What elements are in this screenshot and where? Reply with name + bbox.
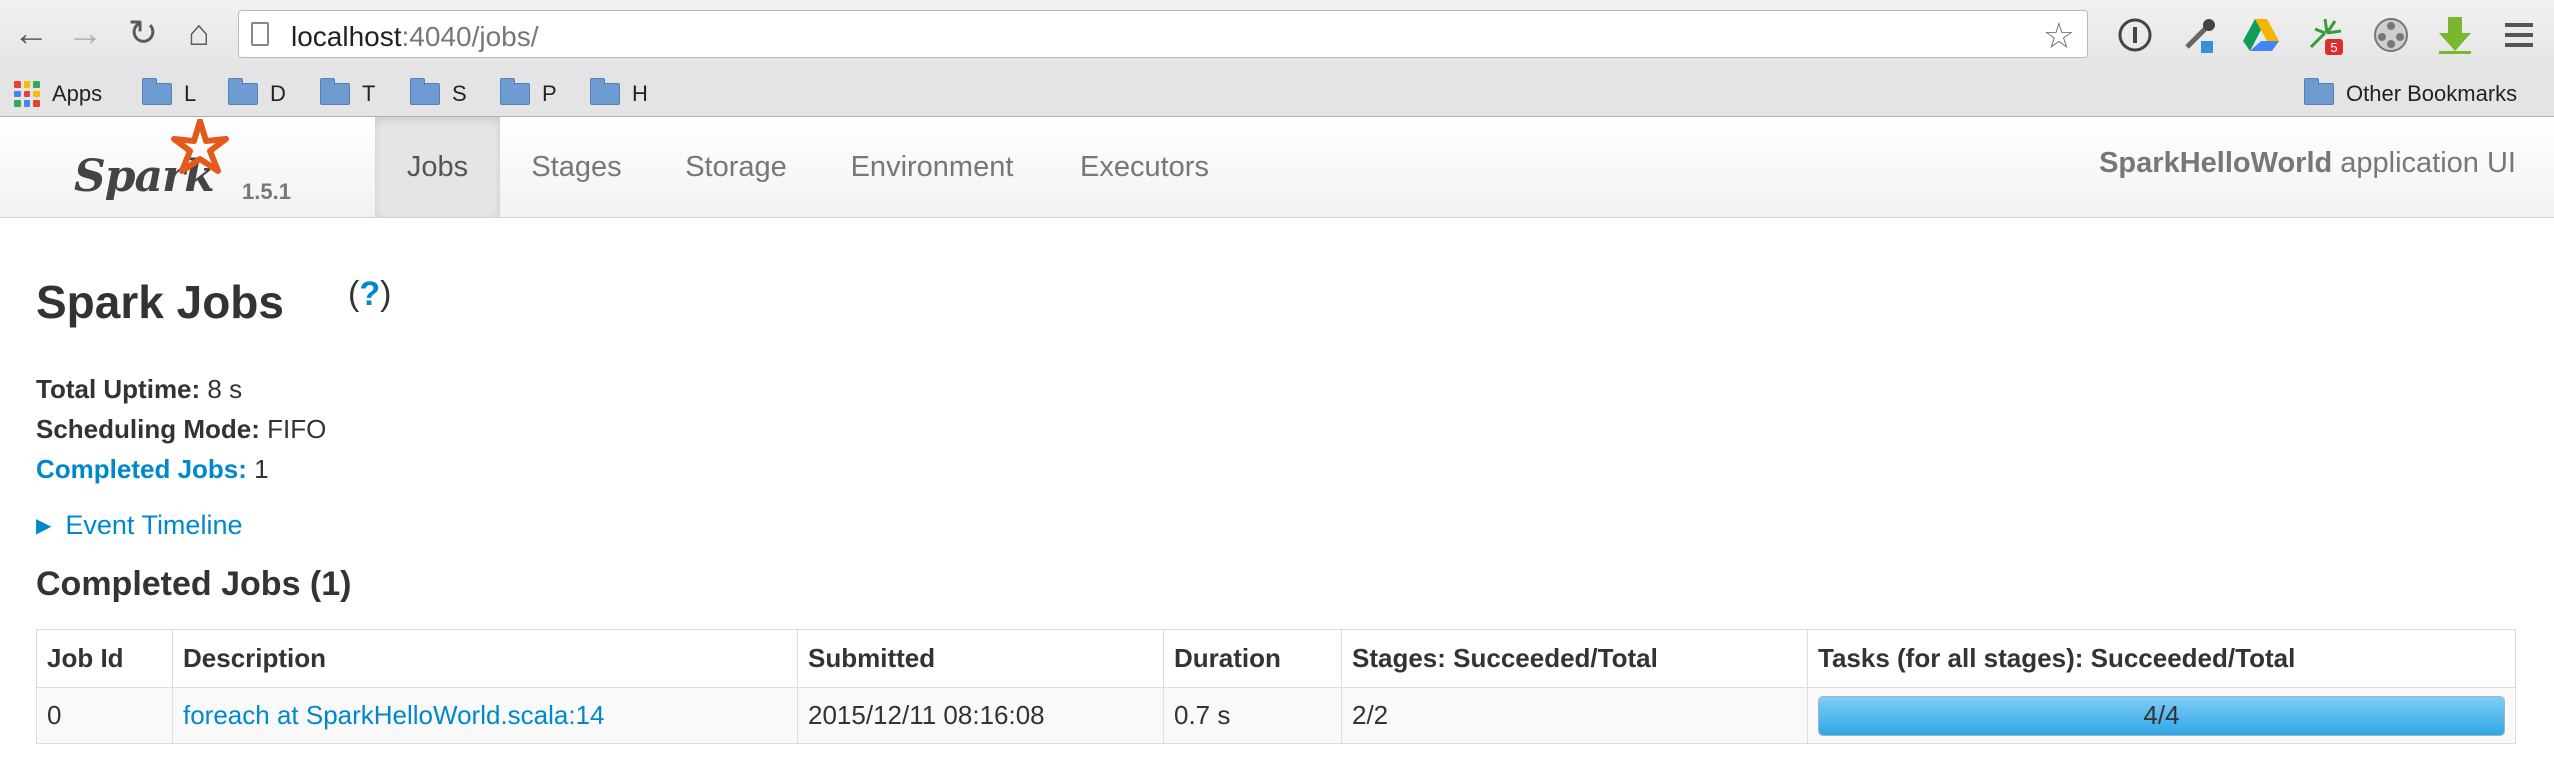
info-extension-icon[interactable] <box>2112 12 2158 58</box>
page-title: Spark Jobs <box>36 276 284 328</box>
bookmark-folder-h[interactable]: H <box>590 76 648 112</box>
folder-icon <box>500 78 530 105</box>
bookmark-apps[interactable]: Apps <box>14 76 102 112</box>
tab-storage[interactable]: Storage <box>662 117 810 217</box>
job-id-cell: 0 <box>36 687 173 744</box>
bookmark-folder-l[interactable]: L <box>142 76 196 112</box>
browser-toolbar: ← → ↻ ⌂ localhost:4040/jobs/ ☆ 5 <box>0 0 2554 72</box>
bookmark-folder-d[interactable]: D <box>228 76 286 112</box>
completed-jobs-link[interactable]: Completed Jobs: <box>36 454 247 484</box>
bookmark-label: D <box>270 81 286 106</box>
column-header-stages[interactable]: Stages: Succeeded/Total <box>1341 629 1808 688</box>
bookmark-label: T <box>362 81 376 106</box>
bookmark-folder-p[interactable]: P <box>500 76 557 112</box>
column-header-duration[interactable]: Duration <box>1163 629 1342 688</box>
back-arrow-icon[interactable]: ← <box>8 10 54 56</box>
svg-text:5: 5 <box>2330 40 2337 55</box>
app-title: SparkHelloWorld application UI <box>2099 147 2516 180</box>
folder-icon <box>320 78 350 105</box>
help-paren-close: ) <box>380 275 392 313</box>
forward-arrow-icon[interactable]: → <box>62 10 108 56</box>
bookmark-label: L <box>184 81 197 106</box>
table-row: 0 foreach at SparkHelloWorld.scala:14 20… <box>36 687 2516 744</box>
home-icon[interactable]: ⌂ <box>176 10 222 56</box>
tasks-progress-bar: 4/4 <box>1818 695 2505 736</box>
reload-icon[interactable]: ↻ <box>120 10 166 56</box>
app-name: SparkHelloWorld <box>2099 147 2333 179</box>
drive-extension-icon[interactable] <box>2238 12 2284 58</box>
folder-icon <box>590 78 620 105</box>
bookmark-label: P <box>542 81 557 106</box>
folder-icon <box>228 78 258 105</box>
help-paren-open: ( <box>348 275 360 313</box>
help-question-icon[interactable]: ? <box>359 275 380 313</box>
scheduling-mode-value: FIFO <box>259 414 327 444</box>
folder-icon <box>142 78 172 105</box>
bookmark-label: Apps <box>52 81 103 106</box>
uptime-label: Total Uptime: <box>36 374 201 404</box>
tab-executors[interactable]: Executors <box>1062 117 1227 217</box>
other-bookmarks[interactable]: Other Bookmarks <box>2304 76 2517 112</box>
menu-icon[interactable] <box>2496 12 2542 58</box>
tab-stages[interactable]: Stages <box>504 117 649 217</box>
column-header-job-id[interactable]: Job Id <box>36 629 173 688</box>
duration-cell: 0.7 s <box>1163 687 1342 744</box>
other-bookmarks-label: Other Bookmarks <box>2346 81 2518 106</box>
page-icon <box>251 22 269 46</box>
help-tooltip[interactable]: (?) <box>348 275 391 314</box>
scheduling-mode-label: Scheduling Mode: <box>36 414 260 444</box>
column-header-description[interactable]: Description <box>172 629 798 688</box>
completed-jobs-table: Job Id Description Submitted Duration St… <box>36 629 2516 744</box>
stages-cell: 2/2 <box>1341 687 1808 744</box>
event-timeline-label: Event Timeline <box>65 510 243 540</box>
spark-version: 1.5.1 <box>242 179 291 204</box>
spark-navbar: Spark 1.5.1 Jobs Stages Storage Environm… <box>0 117 2554 218</box>
column-header-submitted[interactable]: Submitted <box>797 629 1164 688</box>
expand-triangle-icon: ▶ <box>36 515 52 537</box>
uptime-value: 8 s <box>200 374 243 404</box>
summary-uptime: Total Uptime: 8 s <box>36 369 326 409</box>
summary-completed-jobs: Completed Jobs: 1 <box>36 449 326 489</box>
job-description-link[interactable]: foreach at SparkHelloWorld.scala:14 <box>172 687 798 744</box>
column-header-tasks[interactable]: Tasks (for all stages): Succeeded/Total <box>1807 629 2516 688</box>
tasks-cell: 4/4 <box>1807 687 2516 744</box>
bookmarks-bar: Apps L D T S P H Other Bookmarks <box>0 72 2554 117</box>
tab-environment[interactable]: Environment <box>832 117 1032 217</box>
event-timeline-toggle[interactable]: ▶ Event Timeline <box>36 510 242 541</box>
bookmark-label: H <box>632 81 648 106</box>
apps-grid-icon <box>14 81 40 107</box>
table-header-row: Job Id Description Submitted Duration St… <box>36 629 2516 688</box>
progress-text: 4/4 <box>2143 700 2180 730</box>
spark-star-icon <box>171 119 229 174</box>
plant-extension-icon[interactable]: 5 <box>2304 12 2350 58</box>
bookmark-folder-t[interactable]: T <box>320 76 375 112</box>
app-title-suffix: application UI <box>2332 147 2516 179</box>
folder-icon <box>410 78 440 105</box>
eyedropper-extension-icon[interactable] <box>2176 12 2222 58</box>
film-reel-extension-icon[interactable] <box>2368 12 2414 58</box>
summary-scheduling-mode: Scheduling Mode: FIFO <box>36 409 326 449</box>
spark-logo[interactable]: Spark 1.5.1 <box>74 119 304 213</box>
completed-jobs-heading[interactable]: Completed Jobs (1) <box>36 565 351 604</box>
address-bar[interactable]: localhost:4040/jobs/ ☆ <box>238 10 2088 58</box>
completed-jobs-value: 1 <box>246 454 269 484</box>
bookmark-star-icon[interactable]: ☆ <box>2043 15 2075 57</box>
tab-jobs[interactable]: Jobs <box>375 117 500 217</box>
folder-icon <box>2304 78 2334 105</box>
bookmark-folder-s[interactable]: S <box>410 76 467 112</box>
submitted-cell: 2015/12/11 08:16:08 <box>797 687 1164 744</box>
url-text: localhost:4040/jobs/ <box>291 21 539 52</box>
summary-list: Total Uptime: 8 s Scheduling Mode: FIFO … <box>36 369 326 489</box>
bookmark-label: S <box>452 81 467 106</box>
download-extension-icon[interactable] <box>2432 12 2478 58</box>
